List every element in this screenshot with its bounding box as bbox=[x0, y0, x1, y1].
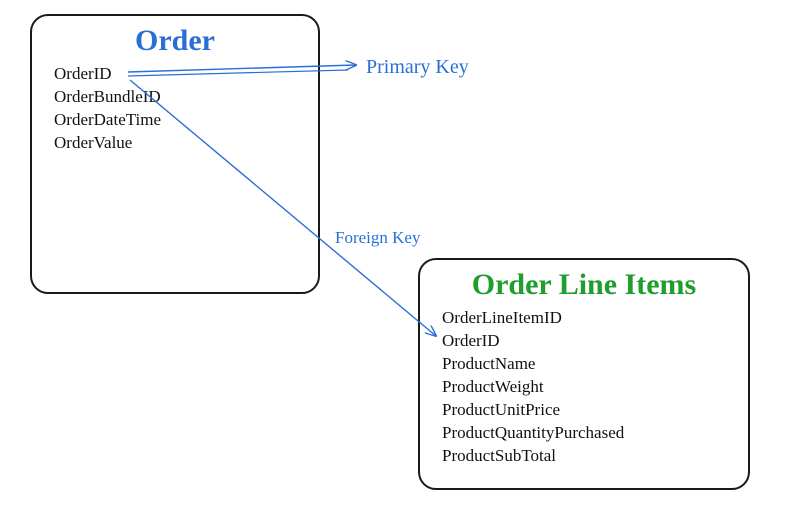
entity-order-title: Order bbox=[50, 24, 300, 57]
field: OrderValue bbox=[54, 132, 300, 155]
label-primary-key: Primary Key bbox=[366, 56, 469, 79]
field: OrderID bbox=[54, 63, 300, 86]
label-foreign-key: Foreign Key bbox=[335, 228, 420, 248]
field: OrderBundleID bbox=[54, 86, 300, 109]
field: OrderLineItemID bbox=[442, 307, 730, 330]
diagram-canvas: Order OrderID OrderBundleID OrderDateTim… bbox=[0, 0, 800, 510]
field: ProductWeight bbox=[442, 376, 730, 399]
field: OrderDateTime bbox=[54, 109, 300, 132]
entity-order-line-items-title: Order Line Items bbox=[438, 268, 730, 301]
entity-order-line-items-fields: OrderLineItemID OrderID ProductName Prod… bbox=[438, 307, 730, 468]
field: OrderID bbox=[442, 330, 730, 353]
entity-order: Order OrderID OrderBundleID OrderDateTim… bbox=[30, 14, 320, 294]
field: ProductSubTotal bbox=[442, 445, 730, 468]
entity-order-line-items: Order Line Items OrderLineItemID OrderID… bbox=[418, 258, 750, 490]
field: ProductUnitPrice bbox=[442, 399, 730, 422]
field: ProductName bbox=[442, 353, 730, 376]
field: ProductQuantityPurchased bbox=[442, 422, 730, 445]
entity-order-fields: OrderID OrderBundleID OrderDateTime Orde… bbox=[50, 63, 300, 155]
